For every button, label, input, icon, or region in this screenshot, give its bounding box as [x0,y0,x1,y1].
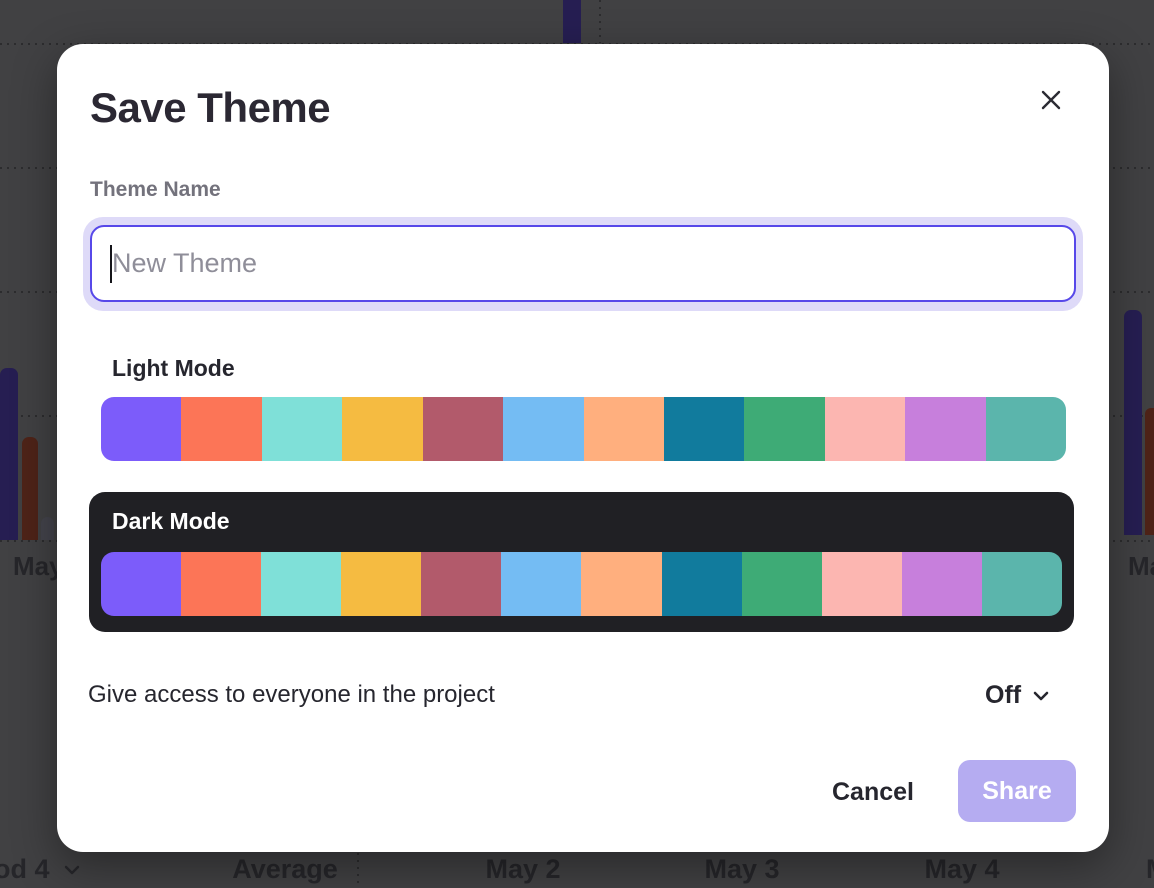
palette-swatch [423,397,503,461]
access-dropdown[interactable]: Off [981,677,1053,714]
chart-bar [563,0,581,43]
palette-swatch [101,552,181,616]
theme-name-label: Theme Name [90,178,221,202]
save-theme-dialog: Save Theme Theme Name Light Mode Dark Mo… [57,44,1109,852]
close-button[interactable] [1031,80,1071,120]
theme-name-input[interactable] [90,225,1076,302]
close-icon [1039,88,1063,112]
text-caret [110,245,112,283]
chart-cursor-line [599,0,601,43]
palette-swatch [101,397,181,461]
chart-bar [1124,310,1142,535]
palette-swatch [905,397,985,461]
palette-swatch [181,552,261,616]
palette-swatch [581,552,661,616]
chart-bar [41,517,54,540]
palette-swatch [664,397,744,461]
palette-swatch [822,552,902,616]
access-dropdown-value: Off [985,681,1021,710]
palette-swatch [744,397,824,461]
period-dropdown[interactable]: od 4 [0,854,80,885]
column-header-partial: M [1146,854,1154,885]
dialog-title: Save Theme [90,84,330,132]
palette-swatch [584,397,664,461]
share-button[interactable]: Share [958,760,1076,822]
x-axis-label: May [13,551,64,582]
column-header: May 3 [704,854,779,885]
column-header: May 2 [485,854,560,885]
palette-swatch [825,397,905,461]
palette-swatch [262,397,342,461]
chevron-down-icon [64,865,80,875]
access-toggle-label: Give access to everyone in the project [88,681,495,709]
chevron-down-icon [1033,691,1049,701]
column-header: Average [232,854,338,885]
dark-mode-card: Dark Mode [89,492,1074,632]
cancel-button[interactable]: Cancel [817,770,929,814]
light-mode-palette [101,397,1066,461]
palette-swatch [662,552,742,616]
period-dropdown-label: od 4 [0,854,50,885]
chart-axis-separator [357,846,359,888]
palette-swatch [181,397,261,461]
x-axis-label: Ma [1128,551,1154,582]
palette-swatch [986,397,1066,461]
theme-name-focus-ring [83,217,1083,311]
palette-swatch [982,552,1062,616]
light-mode-label: Light Mode [112,355,235,382]
palette-swatch [501,552,581,616]
palette-swatch [503,397,583,461]
dark-mode-label: Dark Mode [112,508,230,535]
screen: May Ma od 4 Average May 2 May 3 May 4 M … [0,0,1154,888]
palette-swatch [742,552,822,616]
palette-swatch [341,552,421,616]
dark-mode-palette [101,552,1062,616]
palette-swatch [421,552,501,616]
palette-swatch [902,552,982,616]
palette-swatch [342,397,422,461]
chart-bar [1145,408,1154,535]
chart-bar [0,368,18,540]
palette-swatch [261,552,341,616]
column-header: May 4 [924,854,999,885]
chart-bar [22,437,38,540]
